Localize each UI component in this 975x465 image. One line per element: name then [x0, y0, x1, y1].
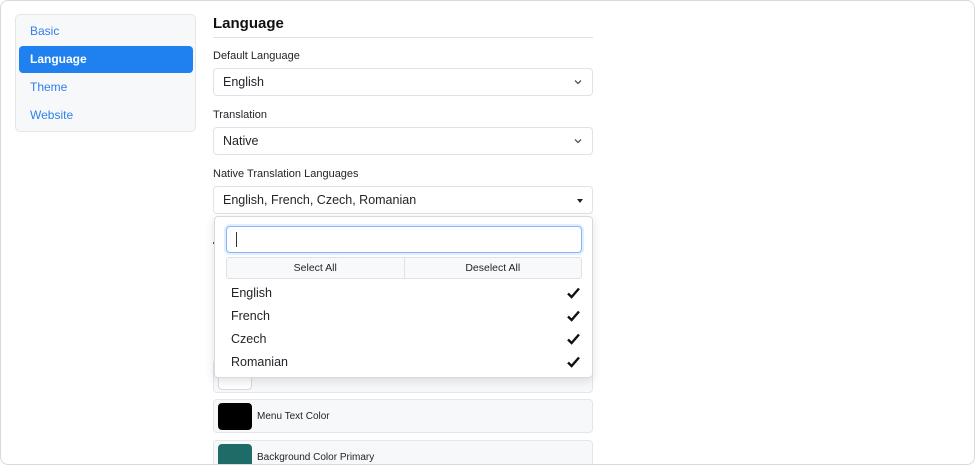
sidebar-item-basic[interactable]: Basic: [19, 18, 193, 45]
check-icon: [567, 287, 580, 299]
translation-select[interactable]: Native: [213, 127, 593, 155]
select-all-button[interactable]: Select All: [227, 258, 404, 278]
settings-window: Basic Language Theme Website Language De…: [0, 0, 975, 465]
language-search-input[interactable]: [226, 226, 582, 253]
sidebar-item-language[interactable]: Language: [19, 46, 193, 73]
check-icon: [567, 333, 580, 345]
section-title: Language: [213, 15, 284, 32]
languages-dropdown-menu: Select All Deselect All English French C…: [214, 216, 593, 378]
native-languages-value: English, French, Czech, Romanian: [223, 193, 417, 207]
background-color-primary-row[interactable]: Background Color Primary: [213, 440, 593, 464]
option-label: Romanian: [231, 355, 288, 369]
menu-text-color-swatch[interactable]: [218, 403, 252, 430]
menu-text-color-label: Menu Text Color: [257, 411, 330, 422]
native-languages-multiselect[interactable]: English, French, Czech, Romanian: [213, 186, 593, 214]
settings-sidebar: Basic Language Theme Website: [15, 14, 196, 132]
check-icon: [567, 356, 580, 368]
sidebar-item-theme[interactable]: Theme: [19, 74, 193, 101]
sidebar-item-website[interactable]: Website: [19, 102, 193, 129]
chevron-down-icon: [574, 139, 582, 144]
default-language-label: Default Language: [213, 50, 300, 62]
option-label: English: [231, 286, 272, 300]
background-color-primary-swatch[interactable]: [218, 444, 252, 464]
text-cursor: [236, 232, 237, 247]
option-label: Czech: [231, 332, 267, 346]
section-divider: [213, 37, 593, 38]
language-option-czech[interactable]: Czech: [215, 328, 592, 351]
native-languages-label: Native Translation Languages: [213, 168, 359, 180]
language-option-french[interactable]: French: [215, 305, 592, 328]
default-language-value: English: [223, 75, 264, 89]
translation-value: Native: [223, 134, 259, 148]
language-option-romanian[interactable]: Romanian: [215, 351, 592, 374]
language-option-english[interactable]: English: [215, 282, 592, 305]
select-actions: Select All Deselect All: [226, 257, 582, 279]
translation-label: Translation: [213, 109, 268, 121]
option-label: French: [231, 309, 270, 323]
deselect-all-button[interactable]: Deselect All: [403, 258, 582, 278]
background-color-primary-label: Background Color Primary: [257, 452, 375, 463]
chevron-down-icon: [574, 80, 582, 85]
default-language-select[interactable]: English: [213, 68, 593, 96]
caret-down-icon: [577, 199, 583, 203]
menu-text-color-row[interactable]: Menu Text Color: [213, 399, 593, 433]
check-icon: [567, 310, 580, 322]
